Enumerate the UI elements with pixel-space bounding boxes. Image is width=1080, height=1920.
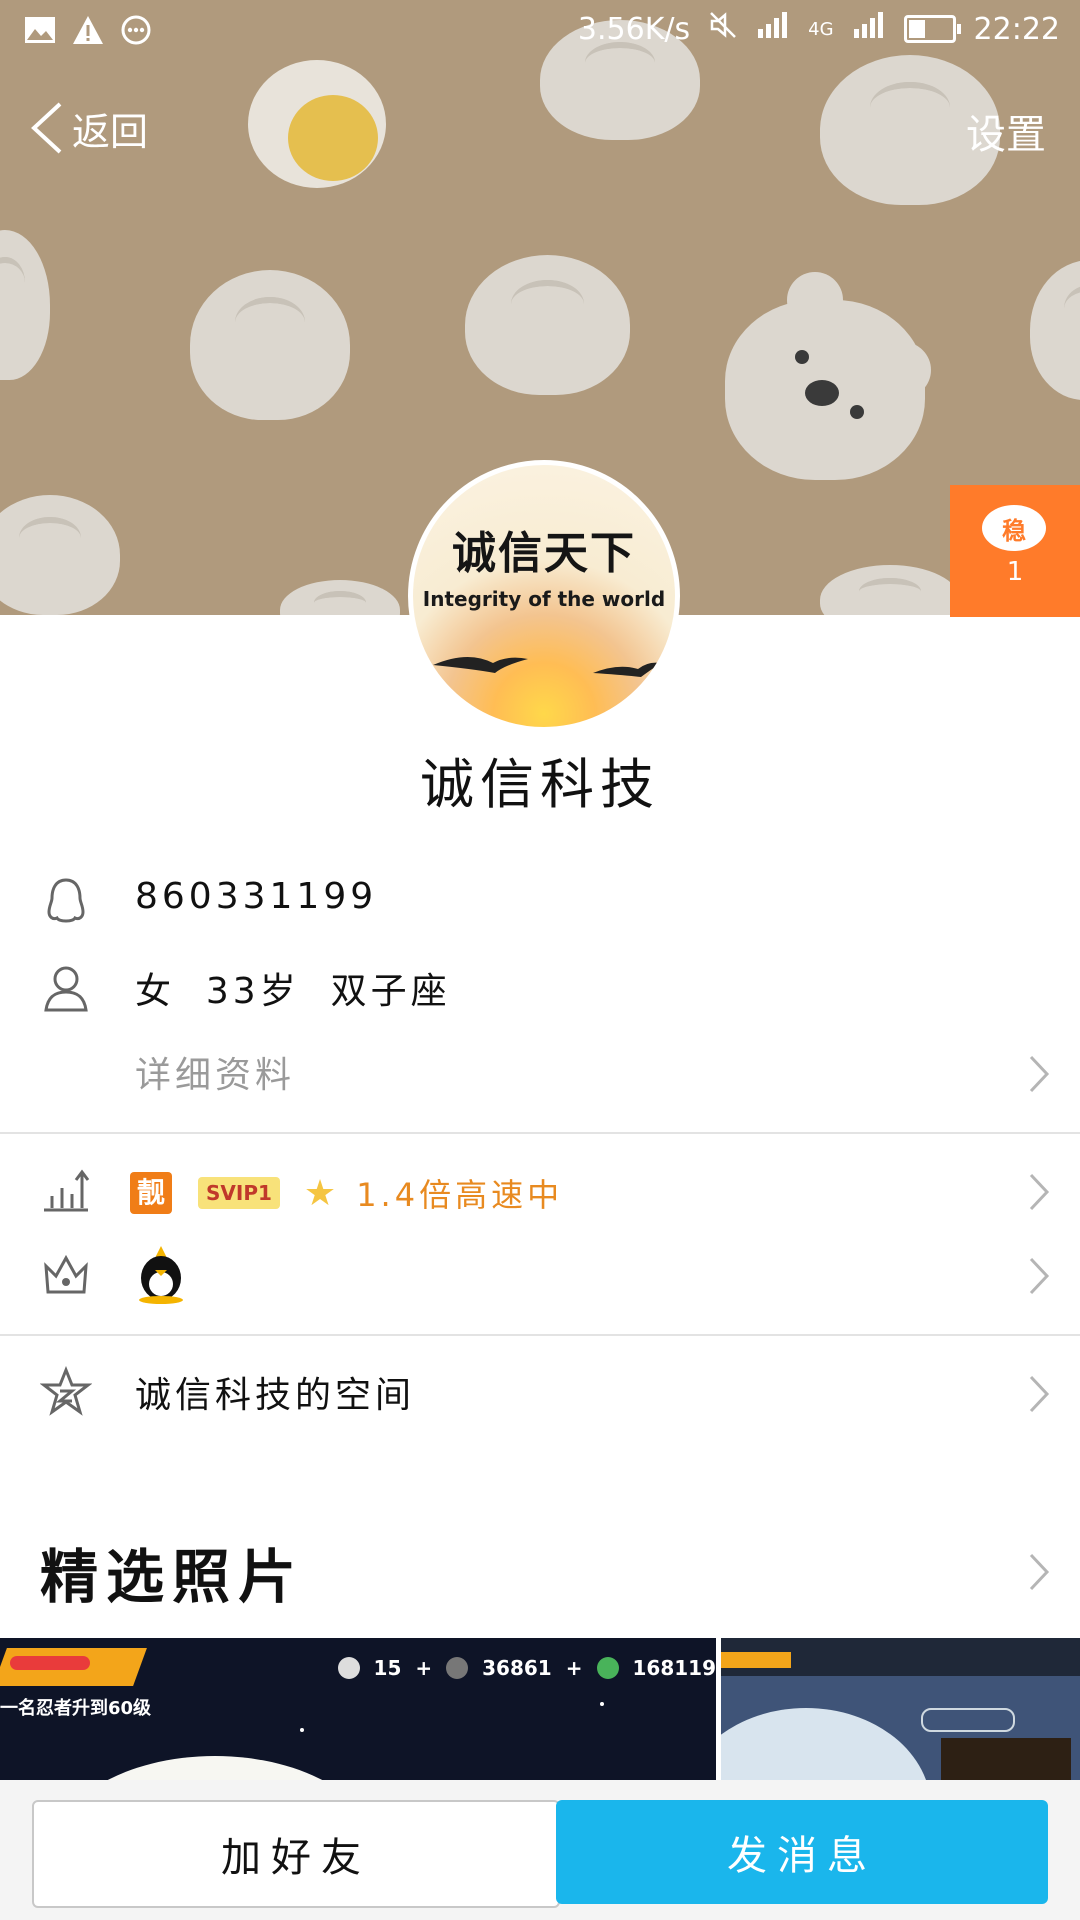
battery-icon xyxy=(903,15,961,43)
photo-banner-text: 一名忍者升到60级 xyxy=(0,1698,152,1719)
back-label: 返回 xyxy=(72,109,149,154)
star-icon: ★ xyxy=(303,1172,337,1214)
network-speed: 3.56K/s xyxy=(577,11,691,47)
chevron-right-icon xyxy=(1029,1055,1050,1093)
gem-icon xyxy=(596,1657,619,1679)
coin-icon xyxy=(446,1657,469,1679)
rice-ball-icon xyxy=(337,1657,360,1679)
bun-decoration xyxy=(280,580,400,615)
birds-illustration xyxy=(433,656,661,677)
warning-notification-icon xyxy=(72,14,104,46)
chevron-right-icon xyxy=(1029,1173,1050,1211)
stable-badge-count: 1 xyxy=(1006,557,1024,587)
qzone-star-icon xyxy=(40,1366,92,1416)
honor-row[interactable] xyxy=(0,1234,1080,1314)
divider xyxy=(0,1132,1080,1134)
network-type: 4G xyxy=(808,18,834,40)
moon-decoration xyxy=(721,1708,931,1780)
chevron-left-icon xyxy=(31,102,62,154)
avatar-title-en: Integrity of the world xyxy=(422,587,666,611)
stable-badge-icon: 稳 xyxy=(982,505,1046,551)
bun-decoration xyxy=(0,230,50,380)
svip-badge: SVIP1 xyxy=(198,1177,280,1209)
avatar-title-cn: 诚信天下 xyxy=(452,528,636,579)
details-link: 详细资料 xyxy=(135,1055,296,1096)
photo-stat-2: 36861 xyxy=(482,1656,552,1680)
bun-decoration xyxy=(1030,260,1080,400)
profile-name: 诚信科技 xyxy=(420,753,660,816)
crown-icon xyxy=(44,1254,88,1294)
qzone-label: 诚信科技的空间 xyxy=(135,1375,416,1416)
settings-button[interactable]: 设置 xyxy=(966,102,1046,160)
chevron-right-icon[interactable] xyxy=(1028,1552,1050,1592)
status-bar: 3.56K/s 4G 22:22 xyxy=(0,0,1080,62)
star-dot xyxy=(300,1728,304,1732)
clock: 22:22 xyxy=(973,11,1060,47)
chevron-right-icon xyxy=(1029,1257,1050,1295)
photo-stat-3: 168119 xyxy=(632,1656,717,1680)
building-decoration xyxy=(941,1738,1071,1780)
mute-icon xyxy=(708,10,738,48)
featured-photos-title: 精选照片 xyxy=(40,1543,305,1611)
qzone-row[interactable]: 诚信科技的空间 xyxy=(0,1352,1080,1432)
qq-number-row: 860331199 xyxy=(0,862,1080,942)
bun-decoration xyxy=(0,495,120,615)
level-chart-icon xyxy=(44,1169,90,1212)
signal-icon-2 xyxy=(852,11,886,47)
basic-info: 女 33岁 双子座 xyxy=(135,971,451,1012)
penguin-icon xyxy=(47,878,85,923)
bun-decoration xyxy=(820,565,960,615)
back-button[interactable]: 返回 xyxy=(28,98,148,158)
qq-number: 860331199 xyxy=(135,876,378,917)
image-notification-icon xyxy=(24,14,56,46)
bun-decoration xyxy=(465,255,630,395)
featured-photo-2[interactable] xyxy=(721,1638,1080,1780)
basic-info-row: 女 33岁 双子座 xyxy=(0,948,1080,1028)
signal-icon xyxy=(756,11,790,47)
more-notification-icon xyxy=(120,14,152,46)
penguin-honor-icon xyxy=(135,1244,187,1308)
divider xyxy=(0,1334,1080,1336)
star-dot xyxy=(600,1702,604,1706)
moon-decoration xyxy=(50,1756,380,1780)
bun-decoration xyxy=(190,270,350,420)
photo-sign xyxy=(921,1708,1015,1732)
photo-stat-1: 15 xyxy=(373,1656,402,1680)
add-friend-button[interactable]: 加好友 xyxy=(32,1800,560,1908)
vip-row[interactable]: 靓 SVIP1 ★ 1.4倍高速中 xyxy=(0,1150,1080,1230)
redaction-mark xyxy=(10,1656,90,1670)
details-link-row[interactable]: 详细资料 xyxy=(0,1032,1080,1112)
featured-photo-1[interactable]: 一名忍者升到60级 15 + 36861 + 168119 xyxy=(0,1638,716,1780)
liang-badge: 靓 xyxy=(130,1172,172,1214)
egg-yolk-decoration xyxy=(288,95,378,181)
avatar[interactable]: 诚信天下 Integrity of the world xyxy=(408,460,680,732)
send-message-button[interactable]: 发消息 xyxy=(556,1800,1048,1904)
speed-status: 1.4倍高速中 xyxy=(356,1176,564,1214)
plus-icon: + xyxy=(565,1656,583,1680)
chevron-right-icon xyxy=(1029,1375,1050,1413)
bear-decoration xyxy=(725,272,931,480)
banner-decoration xyxy=(721,1652,791,1668)
person-icon xyxy=(44,966,88,1012)
stable-badge-button[interactable]: 稳 1 xyxy=(950,485,1080,617)
plus-icon: + xyxy=(415,1656,433,1680)
